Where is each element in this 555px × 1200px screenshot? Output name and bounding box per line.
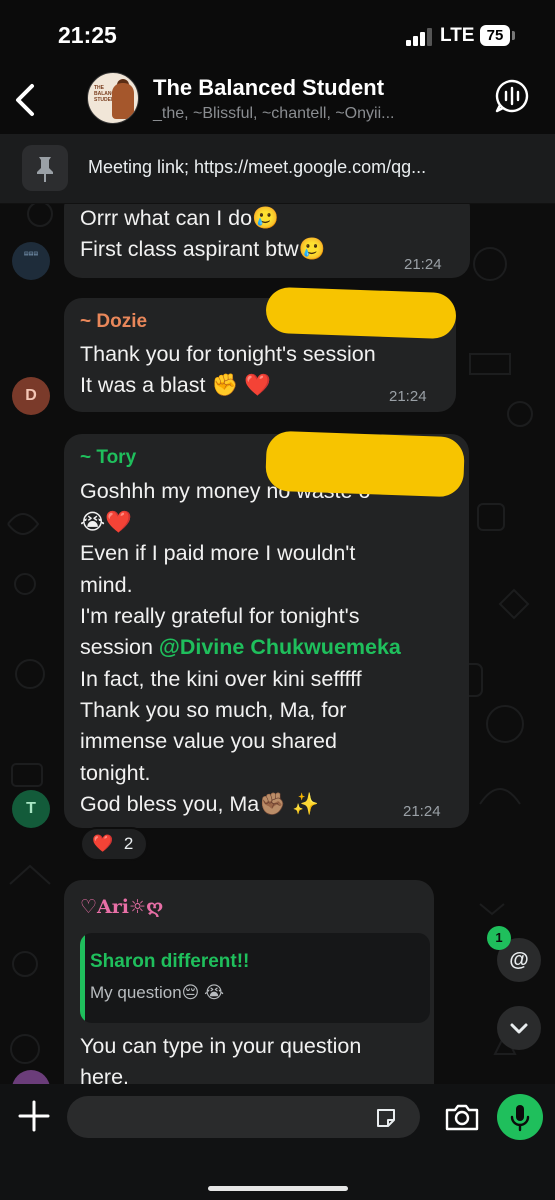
message-line: In fact, the kini over kini sefffff bbox=[80, 667, 362, 691]
group-members[interactable]: _the, ~Blissful, ~chantell, ~Onyii... bbox=[153, 105, 394, 123]
plus-icon[interactable] bbox=[16, 1098, 52, 1134]
quoted-text: My question😔 😭 bbox=[90, 983, 224, 1002]
message-line-with-mention: session @Divine Chukwuemeka bbox=[80, 632, 401, 663]
back-arrow-icon[interactable] bbox=[10, 80, 42, 120]
message-line: I'm really grateful for tonight's bbox=[80, 604, 360, 628]
sender-avatar[interactable]: D bbox=[12, 377, 50, 415]
message-line: here. bbox=[80, 1065, 130, 1084]
scroll-down-button[interactable] bbox=[497, 1006, 541, 1050]
voice-chat-icon[interactable] bbox=[494, 78, 530, 114]
message-line: You can type in your question bbox=[80, 1034, 362, 1058]
pinned-message-bar[interactable]: Meeting link; https://meet.google.com/qg… bbox=[0, 134, 555, 204]
message-line: Thank you so much, Ma, for bbox=[80, 698, 347, 722]
mention-count-badge: 1 bbox=[487, 926, 511, 950]
camera-icon[interactable] bbox=[444, 1102, 480, 1132]
message-line: It was a blast ✊ ❤️ bbox=[80, 373, 271, 397]
message-time: 21:24 bbox=[389, 388, 427, 405]
message-time: 21:24 bbox=[404, 256, 442, 273]
status-bar: 21:25 LTE 75 bbox=[0, 0, 555, 70]
chat-header: THE BALANCED STUDENT The Balanced Studen… bbox=[0, 70, 555, 134]
sender-name[interactable]: ~ Dozie bbox=[80, 311, 147, 333]
pin-icon bbox=[22, 145, 68, 191]
pinned-text: Meeting link; https://meet.google.com/qg… bbox=[88, 157, 427, 177]
network-label: LTE bbox=[440, 25, 475, 46]
microphone-button[interactable] bbox=[497, 1094, 543, 1140]
group-title[interactable]: The Balanced Student bbox=[153, 75, 384, 101]
message-line: Orrr what can I do🥲 bbox=[80, 206, 279, 230]
redaction-mark bbox=[265, 430, 465, 498]
message-line: God bless you, Ma✊🏽 ✨ bbox=[80, 792, 319, 816]
reaction-pill[interactable]: ❤️ 2 bbox=[80, 827, 148, 861]
status-time: 21:25 bbox=[58, 22, 117, 48]
message-line: session bbox=[80, 635, 159, 659]
redaction-mark bbox=[265, 286, 457, 340]
message-line: Even if I paid more I wouldn't bbox=[80, 541, 356, 565]
message-line: tonight. bbox=[80, 761, 151, 785]
sticker-icon[interactable] bbox=[374, 1106, 398, 1130]
microphone-icon bbox=[510, 1105, 530, 1132]
signal-icon bbox=[406, 28, 434, 46]
sender-avatar[interactable]: T bbox=[12, 790, 50, 828]
message-line: 😭❤️ bbox=[80, 510, 132, 534]
message-line: mind. bbox=[80, 573, 133, 597]
message-line: Thank you for tonight's session bbox=[80, 342, 376, 366]
composer-bar bbox=[0, 1084, 555, 1200]
quote-bar bbox=[80, 933, 85, 1023]
sender-name[interactable]: ~ Tory bbox=[80, 447, 136, 469]
quoted-sender: Sharon different!! bbox=[90, 951, 250, 972]
heart-reaction-icon: ❤️ bbox=[92, 834, 114, 853]
quoted-message[interactable]: Sharon different!! My question😔 😭 bbox=[80, 933, 430, 1023]
sender-avatar[interactable]: ▤▤▤ bbox=[12, 242, 50, 280]
sender-name[interactable]: ♡Ari☼ღ bbox=[80, 896, 163, 918]
message-line: First class aspirant btw🥲 bbox=[80, 237, 326, 261]
message-input[interactable] bbox=[67, 1096, 420, 1138]
battery-tip bbox=[512, 31, 515, 40]
message-line: immense value you shared bbox=[80, 729, 337, 753]
group-avatar[interactable]: THE BALANCED STUDENT bbox=[87, 72, 139, 124]
user-mention[interactable]: @Divine Chukwuemeka bbox=[159, 635, 401, 659]
message-time: 21:24 bbox=[403, 803, 441, 820]
reaction-count: 2 bbox=[123, 834, 134, 853]
chevron-down-icon bbox=[510, 1023, 528, 1034]
home-indicator bbox=[208, 1186, 348, 1191]
battery-icon: 75 bbox=[480, 25, 510, 46]
chat-area[interactable]: ▤▤▤ Orrr what can I do🥲 First class aspi… bbox=[0, 204, 555, 1084]
